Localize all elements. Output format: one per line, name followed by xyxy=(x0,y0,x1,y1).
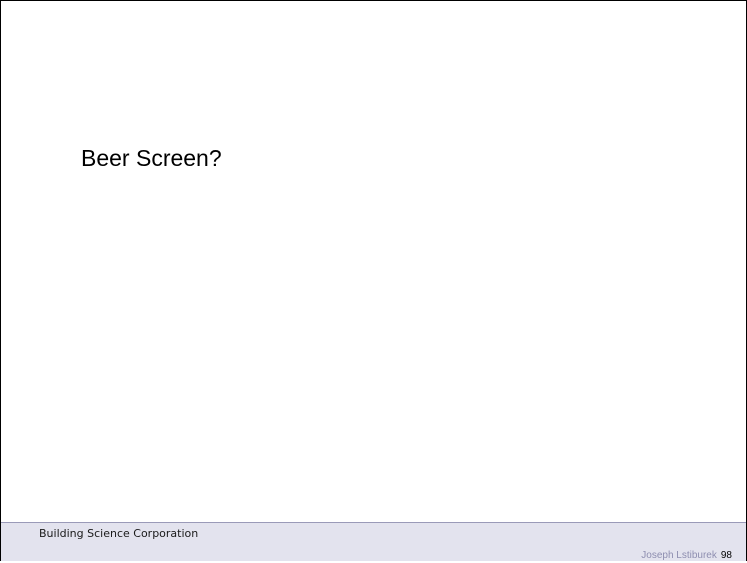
footer-author-page: Joseph Lstiburek 98 xyxy=(641,545,732,563)
slide: Beer Screen? Building Science Corporatio… xyxy=(0,0,747,561)
page-number: 98 xyxy=(720,550,732,561)
slide-title: Beer Screen? xyxy=(81,145,222,171)
slide-footer: Building Science Corporation Joseph Lsti… xyxy=(1,522,746,561)
footer-organization: Building Science Corporation xyxy=(39,527,199,540)
footer-author: Joseph Lstiburek xyxy=(641,550,717,561)
